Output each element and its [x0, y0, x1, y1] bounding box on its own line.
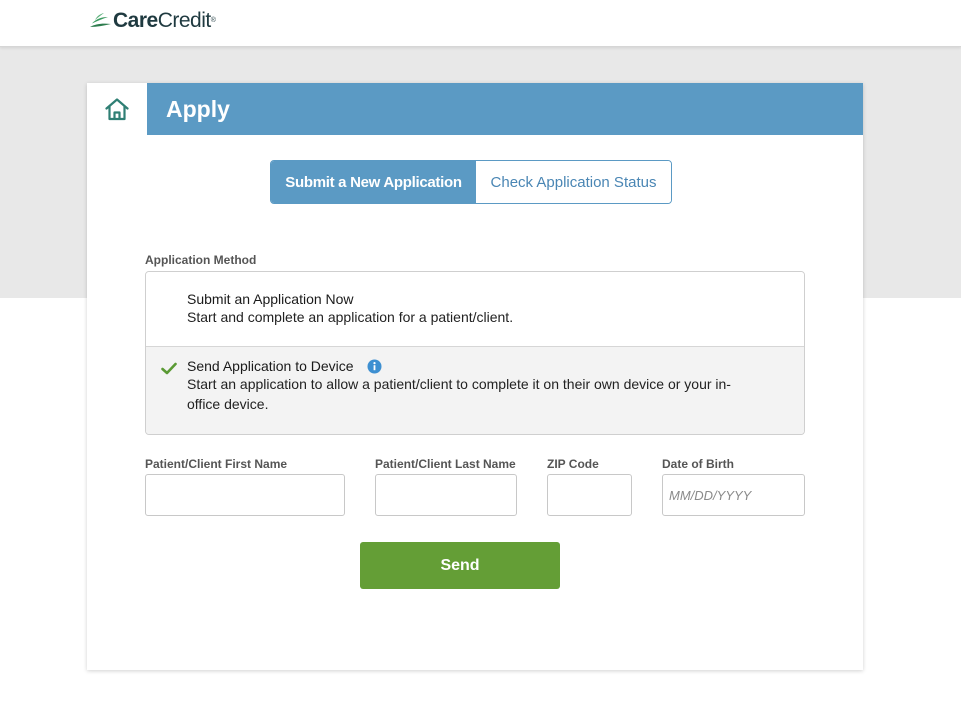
zip-code-field[interactable]	[547, 474, 632, 516]
option-title: Send Application to Device	[187, 358, 354, 374]
home-button[interactable]	[87, 83, 147, 135]
application-tabs: Submit a New Application Check Applicati…	[270, 160, 672, 204]
last-name-label: Patient/Client Last Name	[375, 457, 516, 471]
last-name-field[interactable]	[375, 474, 517, 516]
tab-check-application-status[interactable]: Check Application Status	[476, 161, 671, 203]
logo-text: CareCredit®	[113, 9, 216, 33]
page-title: Apply	[166, 96, 230, 122]
carecredit-logo[interactable]: CareCredit®	[89, 9, 216, 33]
leaf-icon	[90, 13, 111, 27]
info-icon[interactable]	[367, 359, 382, 374]
logo-trademark: ®	[210, 17, 216, 24]
application-method-label: Application Method	[145, 253, 257, 267]
tab-submit-new-application[interactable]: Submit a New Application	[271, 161, 476, 203]
apply-card: Apply Submit a New Application Check App…	[87, 83, 863, 670]
checkmark-icon	[161, 362, 177, 375]
application-method-options: Submit an Application Now Start and comp…	[145, 271, 805, 435]
send-button[interactable]: Send	[360, 542, 560, 589]
option-send-to-device[interactable]: Send Application to Device Start an appl…	[146, 347, 804, 434]
option-submit-now[interactable]: Submit an Application Now Start and comp…	[146, 272, 804, 347]
logo-word-care: Care	[113, 9, 158, 32]
option-title-row: Send Application to Device	[187, 358, 382, 374]
first-name-field[interactable]	[145, 474, 345, 516]
top-bar: CareCredit®	[0, 0, 961, 47]
card-header: Apply	[87, 83, 863, 135]
zip-code-label: ZIP Code	[547, 457, 599, 471]
home-icon	[105, 98, 129, 121]
date-of-birth-label: Date of Birth	[662, 457, 734, 471]
option-description: Start and complete an application for a …	[187, 309, 514, 325]
option-description: Start an application to allow a patient/…	[187, 376, 731, 412]
date-of-birth-field[interactable]	[662, 474, 805, 516]
logo-word-credit: Credit	[157, 9, 212, 32]
first-name-label: Patient/Client First Name	[145, 457, 288, 471]
option-title: Submit an Application Now	[187, 291, 354, 307]
